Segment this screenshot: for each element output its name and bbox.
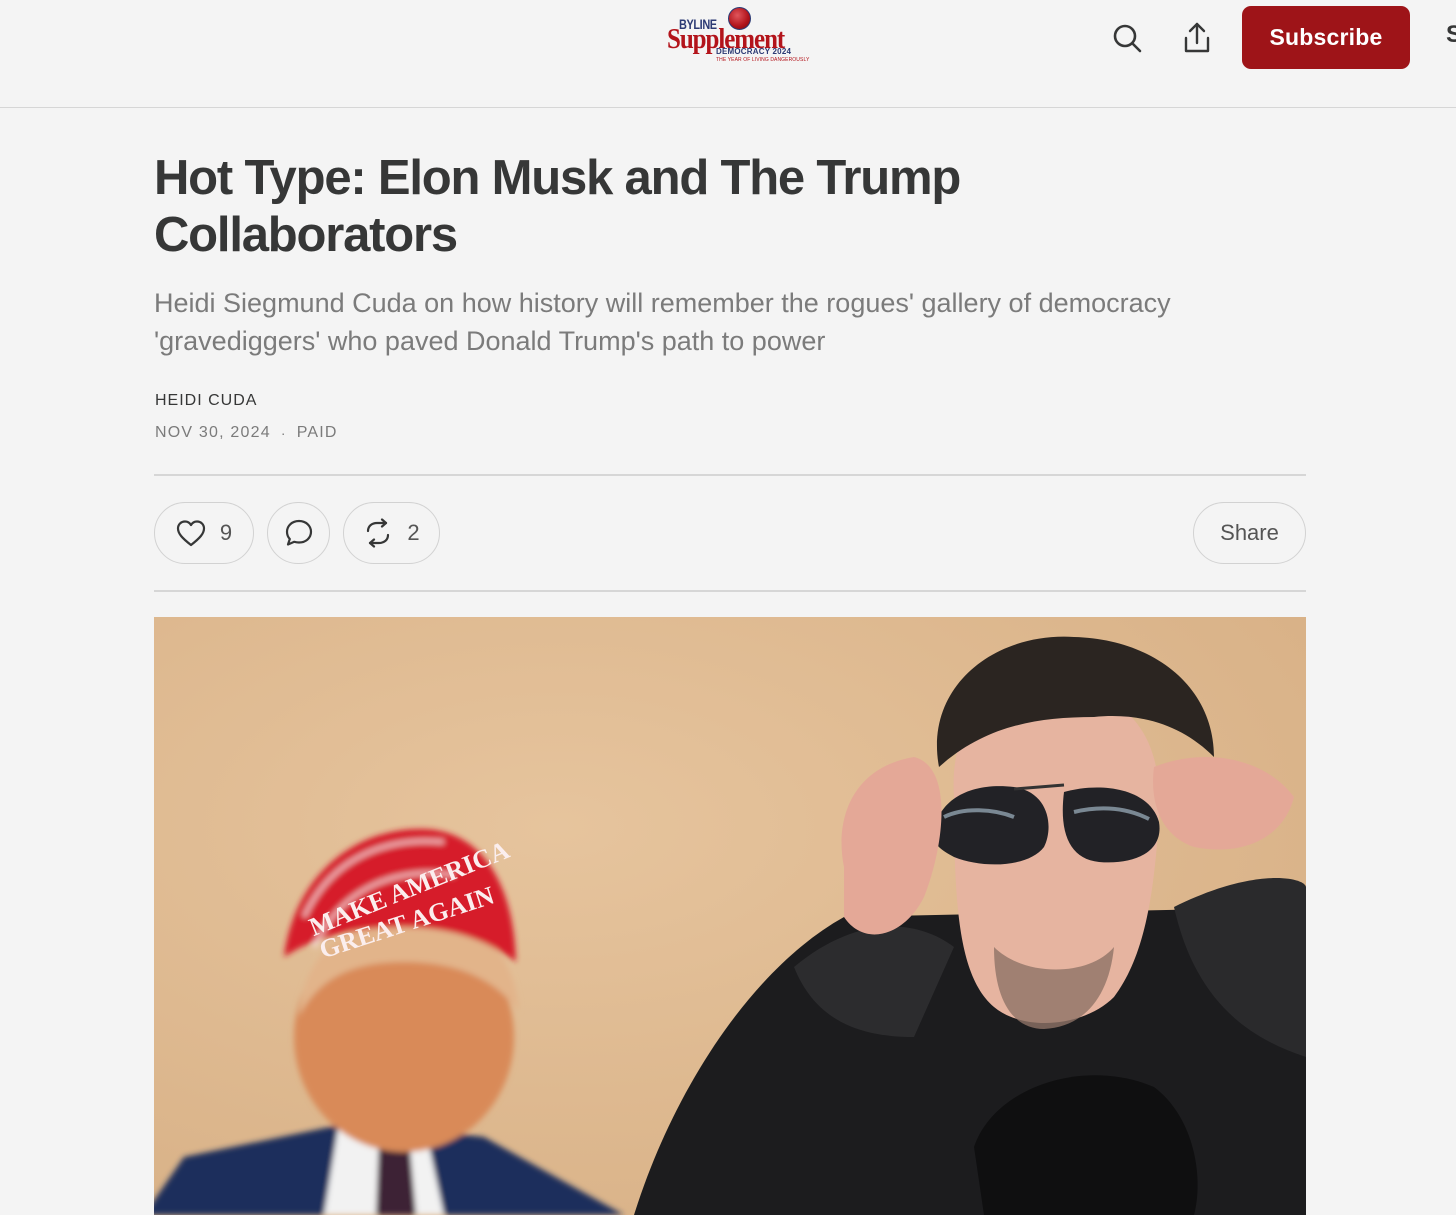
search-icon xyxy=(1113,24,1142,53)
post-author[interactable]: HEIDI CUDA xyxy=(155,392,257,410)
post-title: Hot Type: Elon Musk and The Trump Collab… xyxy=(154,151,961,262)
like-count: 9 xyxy=(219,520,233,545)
divider-bottom xyxy=(154,590,1306,592)
publication-logo[interactable]: BYLINE Supplement DEMOCRACY 2024 THE YEA… xyxy=(662,6,809,70)
hero-image[interactable]: MAKE AMERICA GREAT AGAIN xyxy=(154,617,1306,1215)
search-button[interactable] xyxy=(1109,18,1145,58)
subscribe-button[interactable]: Subscribe xyxy=(1242,6,1410,69)
top-bar: BYLINE Supplement DEMOCRACY 2024 THE YEA… xyxy=(0,0,1456,108)
comment-icon xyxy=(285,519,312,546)
restack-count: 2 xyxy=(407,520,420,545)
share-upload-icon xyxy=(1184,22,1210,53)
post-subtitle: Heidi Siegmund Cuda on how history will … xyxy=(154,288,1171,356)
post-access-badge: PAID xyxy=(296,424,338,441)
post-date: NOV 30, 2024 xyxy=(155,424,271,441)
logo-tagline: THE YEAR OF LIVING DANGEROUSLY xyxy=(716,57,810,63)
share-page-button[interactable] xyxy=(1179,18,1215,58)
hero-illustration: MAKE AMERICA GREAT AGAIN xyxy=(154,617,1306,1215)
heart-icon xyxy=(176,520,205,547)
like-button[interactable]: 9 xyxy=(154,502,254,564)
comment-button[interactable] xyxy=(267,502,330,564)
logo-democracy: DEMOCRACY 2024 xyxy=(716,47,792,56)
divider-top xyxy=(154,474,1306,476)
cropped-nav-item[interactable]: S xyxy=(1446,21,1456,49)
restack-button[interactable]: 2 xyxy=(343,502,440,564)
meta-separator: · xyxy=(280,425,287,441)
post-meta: NOV 30, 2024 · PAID xyxy=(155,424,338,442)
share-button[interactable]: Share xyxy=(1193,502,1306,564)
restack-icon xyxy=(367,518,390,548)
